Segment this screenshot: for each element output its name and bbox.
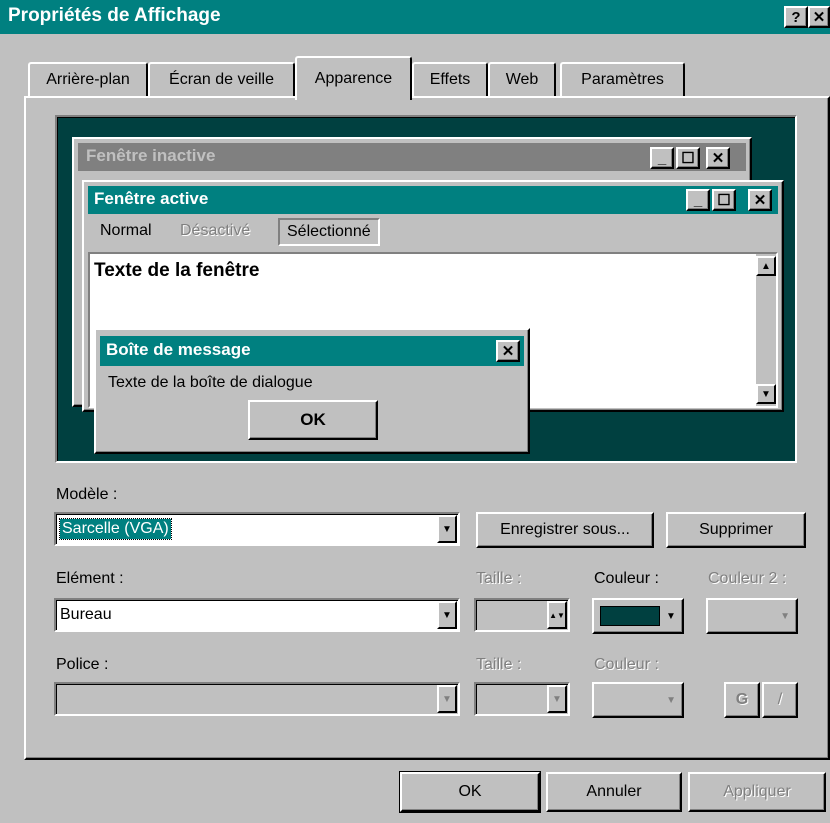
menu-selected: Sélectionné: [278, 218, 380, 246]
save-as-button[interactable]: Enregistrer sous...: [476, 512, 654, 548]
bold-button: G: [724, 682, 760, 718]
chevron-down-icon[interactable]: ▼: [437, 515, 457, 543]
modele-label: Modèle :: [56, 486, 118, 503]
chevron-down-icon[interactable]: ▼: [437, 601, 457, 629]
color-swatch: [600, 606, 660, 626]
close-icon: ✕: [706, 147, 730, 169]
scroll-up-icon: ▲: [756, 256, 776, 276]
window-title: Propriétés de Affichage: [8, 5, 221, 26]
menu-disabled: Désactivé: [180, 222, 251, 239]
message-box-ok-button: OK: [248, 400, 378, 440]
police-size-select: ▼: [474, 682, 570, 716]
police-color-picker: ▼: [592, 682, 684, 718]
chevron-down-icon: ▼: [780, 610, 790, 622]
tab-ecran-de-veille[interactable]: Écran de veille: [148, 62, 295, 96]
tab-effets[interactable]: Effets: [412, 62, 488, 96]
active-window-title: Fenêtre active: [94, 189, 209, 208]
chevron-down-icon: ▼: [547, 685, 567, 713]
modele-value: Sarcelle (VGA): [59, 518, 172, 540]
menu-normal: Normal: [100, 222, 152, 239]
delete-button[interactable]: Supprimer: [666, 512, 806, 548]
help-button[interactable]: ?: [784, 6, 808, 28]
minimize-icon: _: [686, 189, 710, 211]
chevron-down-icon: ▼: [437, 685, 457, 713]
close-button[interactable]: ✕: [808, 6, 830, 28]
cancel-button[interactable]: Annuler: [546, 772, 682, 812]
element-color-label: Couleur :: [594, 570, 659, 587]
italic-button: /: [762, 682, 798, 718]
tab-web[interactable]: Web: [488, 62, 556, 96]
maximize-icon: ☐: [676, 147, 700, 169]
element-color-picker[interactable]: ▼: [592, 598, 684, 634]
close-icon: ✕: [748, 189, 772, 211]
modele-select[interactable]: Sarcelle (VGA) ▼: [54, 512, 460, 546]
element-size-spinner: ▲▼: [474, 598, 570, 632]
police-label: Police :: [56, 656, 109, 673]
element-select[interactable]: Bureau ▼: [54, 598, 460, 632]
chevron-down-icon: ▼: [666, 694, 676, 706]
spinner-icon: ▲▼: [547, 601, 567, 629]
tab-arriere-plan[interactable]: Arrière-plan: [28, 62, 148, 96]
message-box-title: Boîte de message: [106, 340, 251, 359]
police-color-label: Couleur :: [594, 656, 659, 673]
element-label: Elément :: [56, 570, 124, 587]
element-color2-label: Couleur 2 :: [708, 570, 787, 587]
close-icon: ✕: [496, 340, 520, 362]
chevron-down-icon: ▼: [666, 610, 676, 622]
maximize-icon: ☐: [712, 189, 736, 211]
window-text: Texte de la fenêtre: [94, 260, 260, 281]
apply-button: Appliquer: [688, 772, 826, 812]
tab-apparence[interactable]: Apparence: [295, 56, 412, 100]
police-size-label: Taille :: [476, 656, 522, 673]
police-select: ▼: [54, 682, 460, 716]
minimize-icon: _: [650, 147, 674, 169]
element-size-label: Taille :: [476, 570, 522, 587]
element-value: Bureau: [60, 606, 112, 623]
inactive-window-title: Fenêtre inactive: [86, 146, 216, 165]
tab-parametres[interactable]: Paramètres: [560, 62, 685, 96]
ok-button[interactable]: OK: [399, 771, 541, 813]
message-box-text: Texte de la boîte de dialogue: [108, 374, 313, 391]
element-color2-picker: ▼: [706, 598, 798, 634]
scroll-down-icon: ▼: [756, 384, 776, 404]
